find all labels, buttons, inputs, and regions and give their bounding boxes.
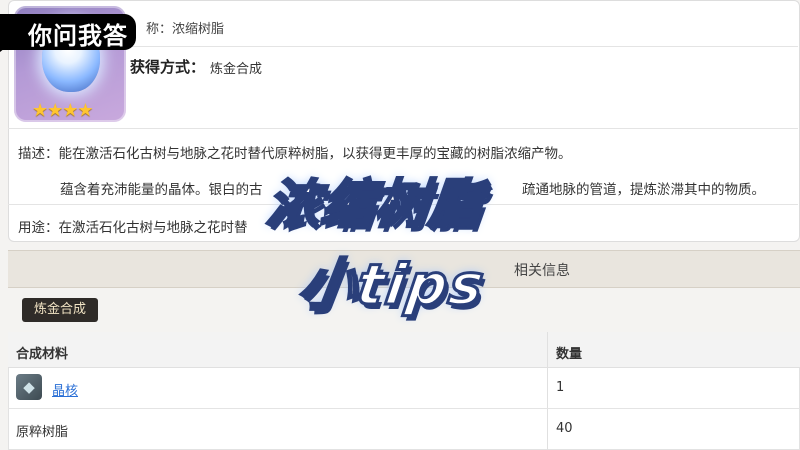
- header-quantity: 数量: [556, 347, 583, 362]
- usage-row: 用途：在激活石化古树与地脉之花时替: [18, 216, 248, 236]
- channel-logo-text: 你问我答: [28, 22, 128, 50]
- related-info-title: 相关信息: [514, 263, 570, 279]
- quantity-cell: 1: [556, 380, 565, 395]
- obtain-value: 炼金合成: [210, 62, 263, 77]
- divider: [8, 128, 798, 129]
- column-divider: [547, 332, 548, 450]
- usage-label: 用途：: [18, 220, 59, 236]
- description-line-2-right: 疏通地脉的管道，提炼淤滞其中的物质。: [522, 182, 765, 198]
- description-text: 能在激活石化古树与地脉之花时替代原粹树脂，以获得更丰厚的宝藏的树脂浓缩产物。: [58, 146, 572, 162]
- divider: [128, 46, 798, 47]
- item-name-value: 浓缩树脂: [172, 22, 225, 37]
- table-row-divider: [8, 408, 800, 409]
- recipe-tab-alchemy[interactable]: 炼金合成: [22, 298, 99, 322]
- table-header-row: [8, 332, 800, 368]
- rarity-stars: ★★★★: [32, 100, 94, 121]
- description-label: 描述：: [18, 146, 59, 162]
- video-caption-subtitle: 小tips: [293, 252, 491, 320]
- material-link-crystal-core[interactable]: 晶核: [52, 380, 78, 399]
- material-cell: 原粹树脂: [16, 425, 69, 440]
- usage-text: 在激活石化古树与地脉之花时替: [58, 220, 248, 236]
- crystal-core-icon: ◆: [16, 374, 42, 400]
- video-caption-title: 浓缩树脂: [263, 174, 488, 237]
- header-material: 合成材料: [16, 347, 69, 362]
- description-line-2-left: 蕴含着充沛能量的晶体。银白的古: [60, 182, 263, 198]
- obtain-label: 获得方式：: [130, 58, 206, 76]
- item-name-label: 称：: [146, 22, 173, 37]
- item-name-row: 称：浓缩树脂: [146, 18, 224, 37]
- description-line-1: 描述：能在激活石化古树与地脉之花时替代原粹树脂，以获得更丰厚的宝藏的树脂浓缩产物…: [18, 142, 572, 162]
- speech-tail: [0, 44, 10, 52]
- quantity-cell: 40: [556, 421, 573, 436]
